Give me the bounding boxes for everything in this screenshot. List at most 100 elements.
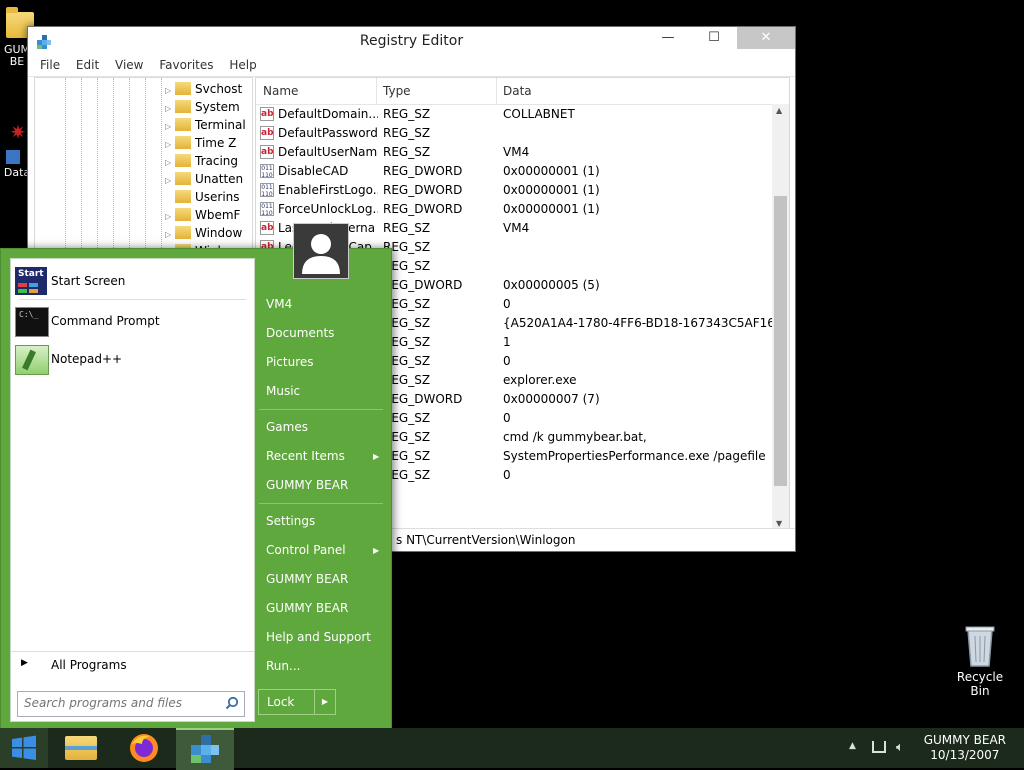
startmenu-link-gummy-bear-2[interactable]: GUMMY BEAR <box>266 572 348 586</box>
tree-item-label: WbemF <box>195 208 241 222</box>
expand-arrow-icon[interactable]: ▷ <box>165 122 175 131</box>
lock-button[interactable]: Lock ▶ <box>258 689 336 715</box>
startmenu-link-gummy-bear-3[interactable]: GUMMY BEAR <box>266 601 348 615</box>
pinned-label: Start Screen <box>51 274 126 288</box>
desktop-icon-recycle-bin[interactable]: Recycle Bin <box>952 622 1008 698</box>
value-data: 0x00000001 (1) <box>503 164 600 178</box>
value-data: 0 <box>503 297 511 311</box>
menu-help[interactable]: Help <box>223 56 262 74</box>
taskbar-registry-editor[interactable] <box>176 728 234 770</box>
tree-item-label: Tracing <box>195 154 239 168</box>
tree-item[interactable]: ▷ Tracing <box>165 154 238 172</box>
taskbar-firefox[interactable] <box>115 728 173 768</box>
network-icon[interactable] <box>872 741 886 753</box>
scroll-down-arrow-icon[interactable]: ▼ <box>776 519 782 528</box>
startmenu-link-music[interactable]: Music <box>266 384 300 398</box>
startmenu-link-games[interactable]: Games <box>266 420 308 434</box>
reg-dword-icon: 011 110 <box>260 202 274 217</box>
user-icon <box>294 224 348 278</box>
table-row[interactable]: 011 110 ForceUnlockLog... REG_DWORD 0x00000… <box>256 200 771 219</box>
table-row[interactable]: ab DefaultUserName REG_SZ VM4 <box>256 143 771 162</box>
menu-file[interactable]: File <box>34 56 66 74</box>
value-data: explorer.exe <box>503 373 577 387</box>
desktop-icon-label: Recycle Bin <box>956 670 1004 698</box>
tree-item[interactable]: ▷ Time Z <box>165 136 236 154</box>
table-row[interactable]: ab DefaultDomain... REG_SZ COLLABNET <box>256 105 771 124</box>
value-name: DefaultPassword <box>278 126 378 140</box>
tray-clock[interactable]: GUMMY BEAR 10/13/2007 <box>924 733 1006 763</box>
title-bar[interactable]: Registry Editor — ☐ ✕ <box>28 27 795 56</box>
startmenu-link-documents[interactable]: Documents <box>266 326 334 340</box>
startmenu-link-help-and-support[interactable]: Help and Support <box>266 630 371 644</box>
reg-sz-icon: ab <box>260 126 274 140</box>
taskbar-file-explorer[interactable] <box>52 728 110 768</box>
all-programs-button[interactable]: ▶ All Programs <box>11 651 254 676</box>
column-header-data[interactable]: Data <box>503 84 532 98</box>
pinned-start-screen[interactable]: Start Start Screen <box>15 265 251 299</box>
expand-arrow-icon[interactable]: ▷ <box>165 104 175 113</box>
menu-edit[interactable]: Edit <box>70 56 105 74</box>
menu-view[interactable]: View <box>109 56 149 74</box>
tree-item[interactable]: ▷ Unatten <box>165 172 243 190</box>
value-data: 0 <box>503 468 511 482</box>
startmenu-link-settings[interactable]: Settings <box>266 514 315 528</box>
tree-item[interactable]: ▷ System <box>165 100 240 118</box>
startmenu-link-pictures[interactable]: Pictures <box>266 355 314 369</box>
startmenu-link-recent-items[interactable]: Recent Items <box>266 449 345 463</box>
command-prompt-icon: C:\_ <box>15 307 49 337</box>
expand-arrow-icon[interactable]: ▷ <box>165 140 175 149</box>
tree-item-label: System <box>195 100 240 114</box>
table-row[interactable]: ab DefaultPassword REG_SZ <box>256 124 771 143</box>
tray-name: GUMMY BEAR <box>923 733 1006 747</box>
reg-dword-icon: 011 110 <box>260 183 274 198</box>
reg-sz-icon: ab <box>260 221 274 235</box>
folder-icon <box>175 154 191 167</box>
table-row[interactable]: 011 110 EnableFirstLogo... REG_DWORD 0x0000… <box>256 181 771 200</box>
show-hidden-icons-chevron-icon[interactable]: ▲ <box>849 741 856 751</box>
volume-icon[interactable]: 🔈︎ <box>896 740 904 755</box>
tree-item[interactable]: ▷ WbemF <box>165 208 240 226</box>
tree-item[interactable]: ▷ Window <box>165 226 242 244</box>
tree-item[interactable]: ▷ Terminal <box>165 118 246 136</box>
lock-options-arrow-icon[interactable]: ▶ <box>314 690 335 714</box>
folder-icon <box>175 172 191 185</box>
startmenu-link-control-panel[interactable]: Control Panel <box>266 543 346 557</box>
startmenu-link-vm4[interactable]: VM4 <box>266 297 292 311</box>
column-divider[interactable] <box>376 78 377 104</box>
search-box[interactable] <box>17 691 245 717</box>
column-header-name[interactable]: Name <box>263 84 298 98</box>
tree-item[interactable]: Userins <box>165 190 240 208</box>
table-row[interactable]: 011 110 DisableCAD REG_DWORD 0x00000001 (1) <box>256 162 771 181</box>
value-type: REG_DWORD <box>383 278 463 292</box>
pinned-command-prompt[interactable]: C:\_ Command Prompt <box>15 305 251 339</box>
expand-arrow-icon[interactable]: ▷ <box>165 212 175 221</box>
value-data: COLLABNET <box>503 107 575 121</box>
start-button[interactable] <box>0 728 48 768</box>
scroll-thumb[interactable] <box>774 196 787 486</box>
value-name: DefaultDomain... <box>278 107 378 121</box>
expand-arrow-icon[interactable]: ▷ <box>165 176 175 185</box>
menu-favorites[interactable]: Favorites <box>153 56 219 74</box>
search-input[interactable] <box>18 692 220 714</box>
close-button[interactable]: ✕ <box>737 27 795 49</box>
expand-arrow-icon[interactable]: ▷ <box>165 230 175 239</box>
value-name: DisableCAD <box>278 164 349 178</box>
folder-icon <box>175 100 191 113</box>
pinned-notepad-plus-plus[interactable]: Notepad++ <box>15 343 251 377</box>
minimize-button[interactable]: — <box>645 27 691 49</box>
startmenu-link-run[interactable]: Run... <box>266 659 300 673</box>
column-header-type[interactable]: Type <box>383 84 411 98</box>
value-type: REG_SZ <box>383 145 431 159</box>
tree-item[interactable]: ▷ Svchost <box>165 82 242 100</box>
tree-item-label: Window <box>195 226 243 240</box>
column-divider[interactable] <box>496 78 497 104</box>
value-data: {A520A1A4-1780-4FF6-BD18-167343C5AF16} <box>503 316 783 330</box>
search-icon[interactable] <box>225 696 239 710</box>
scroll-up-arrow-icon[interactable]: ▲ <box>776 106 782 115</box>
vertical-scrollbar[interactable]: ▲ ▼ <box>772 104 789 530</box>
expand-arrow-icon[interactable]: ▷ <box>165 86 175 95</box>
startmenu-link-gummy-bear[interactable]: GUMMY BEAR <box>266 478 348 492</box>
user-avatar[interactable] <box>293 223 349 279</box>
maximize-button[interactable]: ☐ <box>691 27 737 49</box>
expand-arrow-icon[interactable]: ▷ <box>165 158 175 167</box>
